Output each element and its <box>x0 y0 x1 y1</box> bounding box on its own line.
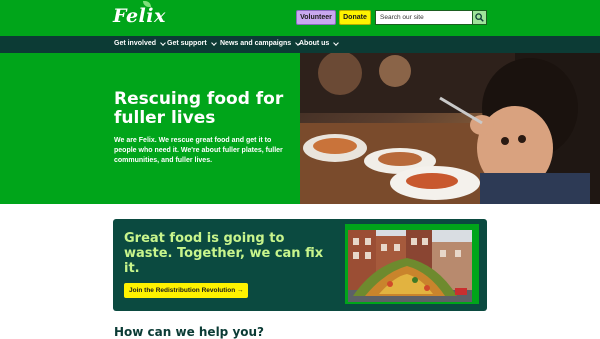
chevron-down-icon <box>160 39 166 46</box>
nav-label: Get support <box>167 40 207 47</box>
volunteer-button[interactable]: Volunteer <box>296 10 336 25</box>
hero-title: Rescuing food for fuller lives <box>114 89 284 128</box>
felix-logo[interactable]: Felix <box>113 1 166 27</box>
main-nav: Get involved Get support News and campai… <box>0 36 600 53</box>
search-icon <box>475 13 484 22</box>
street-food-pile-illustration <box>345 224 479 304</box>
family-meal-illustration <box>300 53 600 204</box>
promo-card: Great food is going to waste. Together, … <box>113 219 487 311</box>
search-input[interactable] <box>375 10 472 25</box>
help-heading: How can we help you? <box>114 325 265 339</box>
donate-button[interactable]: Donate <box>339 10 371 25</box>
food-waste-street-image <box>345 224 479 304</box>
nav-label: News and campaigns <box>220 40 292 47</box>
nav-item-about-us[interactable]: About us <box>299 39 340 47</box>
promo-title: Great food is going to waste. Together, … <box>124 231 324 276</box>
nav-item-get-involved[interactable]: Get involved <box>114 39 166 47</box>
hero-section: Rescuing food for fuller lives We are Fe… <box>0 53 600 204</box>
nav-item-news-campaigns[interactable]: News and campaigns <box>220 39 302 47</box>
search-button[interactable] <box>472 10 487 25</box>
logo-text: Felix <box>113 5 166 27</box>
chevron-down-icon <box>333 39 340 46</box>
hero-photo <box>300 53 600 204</box>
nav-label: About us <box>299 40 330 47</box>
nav-item-get-support[interactable]: Get support <box>167 39 217 47</box>
top-bar: Felix Volunteer Donate <box>0 0 600 36</box>
redistribution-revolution-button[interactable]: Join the Redistribution Revolution → <box>124 283 249 298</box>
search-form <box>375 10 487 25</box>
chevron-down-icon <box>210 39 217 46</box>
hero-description: We are Felix. We rescue great food and g… <box>114 137 283 164</box>
nav-label: Get involved <box>114 40 157 47</box>
